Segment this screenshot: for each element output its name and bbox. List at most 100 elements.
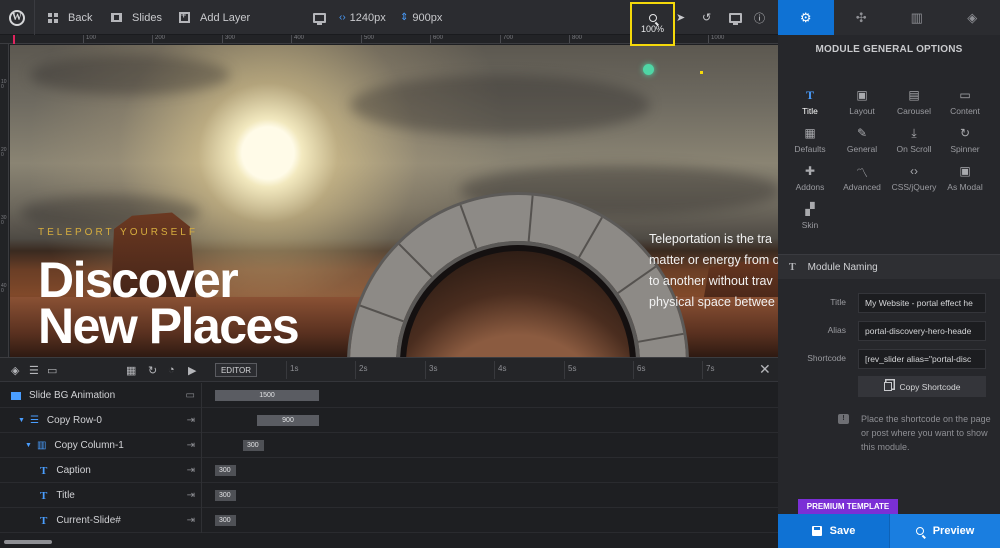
collapse-icon[interactable]: ⇥ [187, 465, 195, 476]
slides-label: Slides [132, 11, 162, 24]
module-shortcode-input[interactable]: [rev_slider alias="portal-disc [858, 349, 986, 369]
layer-settings-tab[interactable]: ◈ [945, 0, 1000, 35]
option-advanced[interactable]: 〽 Advanced [834, 164, 890, 192]
layer-label[interactable]: Slide BG Animation ▭ [0, 383, 202, 408]
height-field[interactable]: ⇕ 900px [400, 0, 442, 35]
module-settings-tab[interactable]: ⚙ [778, 0, 834, 35]
timer-icon[interactable]: ◔ [168, 364, 175, 376]
timeline-bar[interactable]: 900 [257, 415, 319, 426]
timeline-scrollbar[interactable] [4, 540, 52, 544]
layer-label[interactable]: T Caption ⇥ [0, 458, 202, 483]
option-css-jquery[interactable]: ‹› CSS/jQuery [886, 164, 942, 192]
timeline-bar[interactable]: 300 [215, 515, 236, 526]
ruler-tick: 700 [500, 35, 513, 43]
collapse-icon[interactable]: ⇥ [187, 415, 195, 426]
collapse-icon[interactable]: ⇥ [187, 490, 195, 501]
navigation-tab[interactable]: ✣ [834, 0, 890, 35]
collapse-icon[interactable]: ⇥ [187, 440, 195, 451]
info-icon: ! [838, 414, 849, 424]
option-general[interactable]: ✎ General [834, 126, 890, 154]
slide-title[interactable]: Discover New Places [38, 255, 300, 351]
slide-caption[interactable]: TELEPORT YOURSELF [38, 227, 198, 238]
copy-shortcode-button[interactable]: Copy Shortcode [858, 376, 986, 397]
width-field[interactable]: ‹› 1240px [339, 0, 386, 35]
option-on-scroll[interactable]: ⤓ On Scroll [886, 126, 942, 154]
title-field-row: Title My Website - portal effect he [778, 293, 1000, 313]
add-layer-button[interactable]: Add Layer [179, 0, 250, 35]
stone-portal-ring[interactable] [350, 195, 686, 357]
layer-label[interactable]: T Current-Slide# ⇥ [0, 508, 202, 533]
module-title-input[interactable]: My Website - portal effect he [858, 293, 986, 313]
brush-icon: ▞ [805, 202, 815, 216]
field-label: Alias [827, 325, 846, 335]
text-layer-icon: T [40, 464, 48, 477]
list-icon[interactable]: ☰ [29, 364, 39, 377]
slide-description[interactable]: Teleportation is the tra matter or energ… [649, 229, 778, 313]
help-icon[interactable]: ⓘ [754, 0, 765, 35]
option-defaults[interactable]: ▦ Defaults [782, 126, 838, 154]
device-desktop-button[interactable] [729, 0, 742, 35]
option-as-modal[interactable]: ▣ As Modal [937, 164, 993, 192]
timeline-row[interactable]: T Current-Slide# ⇥ 300 [0, 508, 778, 533]
module-naming-header[interactable]: T Module Naming [778, 254, 1000, 279]
loop-icon[interactable]: ↻ [148, 364, 157, 377]
layer-label[interactable]: ▼ ☰ Copy Row-0 ⇥ [0, 408, 202, 433]
folder-icon[interactable]: ▭ [47, 364, 57, 377]
back-button[interactable]: Back [48, 0, 92, 35]
collapse-icon[interactable]: ⇥ [187, 515, 195, 526]
editor-tab[interactable]: EDITOR [215, 363, 257, 377]
puzzle-icon: ✚ [804, 164, 816, 178]
defaults-icon: ▦ [804, 126, 816, 140]
option-layout[interactable]: ▣ Layout [834, 88, 890, 116]
close-timeline-icon[interactable]: ✕ [759, 361, 771, 378]
zoom-control[interactable]: 100% [630, 2, 675, 46]
wordpress-logo-button[interactable]: W [0, 0, 35, 35]
width-arrows-icon: ‹› [339, 12, 346, 23]
timeline-bar[interactable]: 300 [215, 490, 236, 501]
timeline-bar[interactable]: 300 [215, 465, 236, 476]
ruler-tick: 400 [1, 283, 7, 294]
search-icon [915, 527, 924, 535]
timeline-bar[interactable]: 300 [243, 440, 264, 451]
layers-icon[interactable]: ◈ [11, 364, 19, 377]
preview-button[interactable]: Preview [889, 514, 1000, 548]
ruler-tick: 200 [152, 35, 165, 43]
option-content[interactable]: ▭ Content [937, 88, 993, 116]
column-icon: ▥ [36, 440, 47, 451]
timeline-row[interactable]: Slide BG Animation ▭ 1500 [0, 383, 778, 408]
slides-icon: ▥ [910, 9, 923, 25]
layer-label[interactable]: ▼ ▥ Copy Column-1 ⇥ [0, 433, 202, 458]
timeline-header: ◈ ☰ ▭ ▦ ↻ ◔ ▶ EDITOR 1s 2s 3s 4s 5s 6s 7… [0, 358, 778, 382]
device-monitor-button[interactable] [313, 0, 336, 35]
caret-down-icon[interactable]: ▼ [18, 417, 25, 424]
cloud [30, 55, 230, 95]
option-carousel[interactable]: ▤ Carousel [886, 88, 942, 116]
width-value: 1240px [349, 11, 386, 24]
module-alias-input[interactable]: portal-discovery-hero-heade [858, 321, 986, 341]
option-title[interactable]: T Title [782, 88, 838, 116]
option-skin[interactable]: ▞ Skin [782, 202, 838, 230]
timeline-row[interactable]: T Title ⇥ 300 [0, 483, 778, 508]
slide-canvas[interactable]: TELEPORT YOURSELF Discover New Places Te… [10, 45, 778, 357]
ruler-tick: 800 [569, 35, 582, 43]
back-label: Back [68, 11, 93, 24]
option-spinner[interactable]: ↻ Spinner [937, 126, 993, 154]
save-button[interactable]: Save [778, 514, 889, 548]
timeline-bar[interactable]: 1500 [215, 390, 319, 401]
undo-icon[interactable]: ↺ [702, 0, 711, 35]
layer-label[interactable]: T Title ⇥ [0, 483, 202, 508]
height-value: 900px [412, 11, 443, 24]
slides-button[interactable]: Slides [111, 0, 162, 35]
pointer-tool-icon[interactable]: ➤ [676, 0, 685, 35]
grid-view-icon[interactable]: ▦ [126, 364, 136, 377]
slide-settings-tab[interactable]: ▥ [889, 0, 945, 35]
folder-icon[interactable]: ▭ [186, 390, 195, 401]
layout-icon: ▣ [856, 88, 868, 102]
timeline-row[interactable]: ▼ ☰ Copy Row-0 ⇥ 900 [0, 408, 778, 433]
add-layer-icon [179, 10, 190, 23]
caret-down-icon[interactable]: ▼ [25, 442, 32, 449]
timeline-row[interactable]: T Caption ⇥ 300 [0, 458, 778, 483]
play-icon[interactable]: ▶ [188, 364, 196, 377]
option-addons[interactable]: ✚ Addons [782, 164, 838, 192]
timeline-row[interactable]: ▼ ▥ Copy Column-1 ⇥ 300 [0, 433, 778, 458]
